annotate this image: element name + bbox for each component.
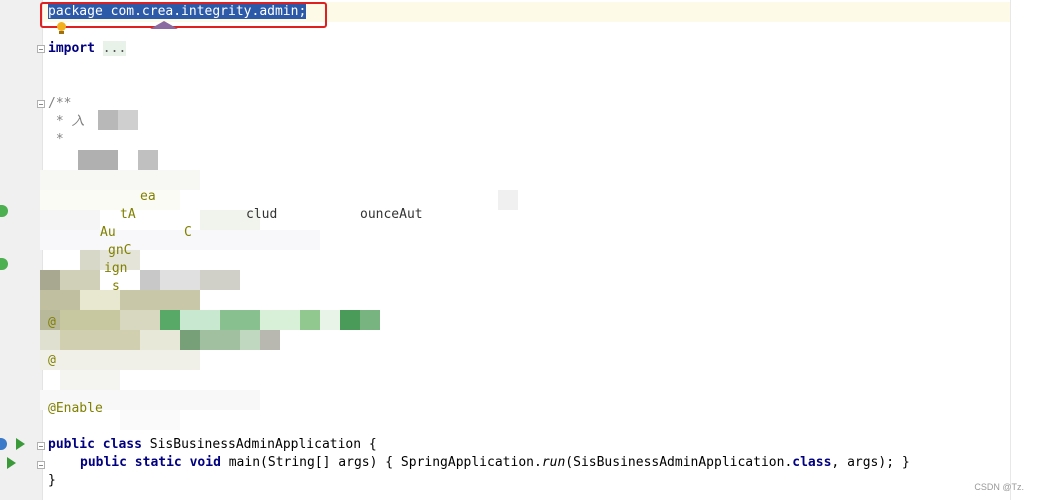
red-highlight-box — [40, 2, 327, 28]
import-keyword: import — [48, 41, 95, 56]
lightbulb-icon[interactable] — [56, 22, 66, 34]
editor-gutter[interactable] — [0, 0, 43, 500]
right-margin-guide — [1010, 0, 1011, 500]
fold-icon[interactable] — [37, 45, 45, 53]
marker-triangle — [150, 21, 178, 29]
class-declaration[interactable]: public class SisBusinessAdminApplication… — [48, 436, 377, 454]
code-editor[interactable] — [43, 0, 1038, 500]
comment-open: /** — [48, 96, 72, 111]
fold-icon[interactable] — [37, 100, 45, 108]
comment-line: * 入 — [48, 114, 85, 129]
fold-icon[interactable] — [37, 442, 45, 450]
run-class-icon[interactable] — [16, 438, 25, 450]
watermark: CSDN @Tz. — [974, 482, 1024, 492]
class-name: SisBusinessAdminApplication — [149, 437, 362, 452]
main-method[interactable]: public static void main(String[] args) {… — [80, 454, 910, 472]
run-main-icon[interactable] — [7, 457, 16, 469]
import-collapsed[interactable]: ... — [102, 41, 127, 56]
fold-icon[interactable] — [37, 461, 45, 469]
comment-line: * — [48, 132, 64, 147]
closing-brace: } — [48, 473, 56, 488]
import-statement[interactable]: import ... — [48, 40, 127, 58]
